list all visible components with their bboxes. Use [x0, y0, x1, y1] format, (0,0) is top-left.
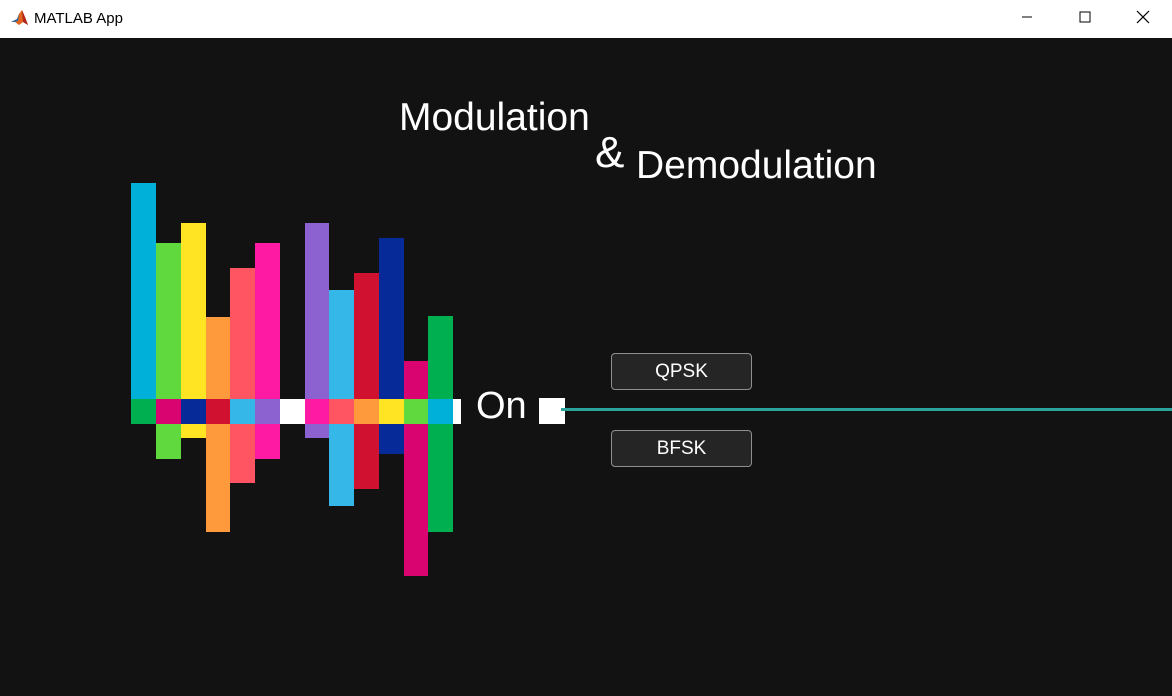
- app-content: Modulation & Demodulation On QPSK BFSK: [0, 38, 1172, 696]
- wave-bar: [181, 223, 206, 399]
- wave-bar: [329, 290, 354, 399]
- title-modulation: Modulation: [399, 96, 590, 139]
- wave-bar: [181, 424, 206, 438]
- wave-bar: [305, 223, 329, 399]
- wave-bar: [428, 424, 453, 532]
- wave-bar: [404, 424, 428, 576]
- wave-cell: [156, 399, 181, 424]
- on-label: On: [476, 385, 527, 427]
- wave-bar: [131, 183, 156, 399]
- wave-bar: [206, 317, 230, 399]
- wave-cell: [305, 399, 329, 424]
- wave-bar: [230, 268, 255, 399]
- wave-bar: [379, 238, 404, 399]
- window-titlebar[interactable]: MATLAB App: [0, 0, 1172, 38]
- wave-cell: [379, 399, 404, 424]
- wave-cell: [280, 399, 305, 424]
- minimize-icon: [1021, 10, 1033, 28]
- wave-cell: [131, 399, 156, 424]
- wave-bar: [230, 424, 255, 483]
- wave-cell: [329, 399, 354, 424]
- wave-cell: [255, 399, 280, 424]
- wave-bar: [379, 424, 404, 454]
- wave-cell: [354, 399, 379, 424]
- wave-bar: [206, 424, 230, 532]
- wave-cell: [230, 399, 255, 424]
- wave-cell: [453, 399, 461, 424]
- wave-cell: [404, 399, 428, 424]
- wave-cell: [428, 399, 453, 424]
- qpsk-button[interactable]: QPSK: [611, 353, 752, 390]
- maximize-icon: [1079, 10, 1091, 28]
- maximize-button[interactable]: [1056, 0, 1114, 38]
- wave-bar: [329, 424, 354, 506]
- title-demodulation: Demodulation: [636, 144, 877, 187]
- signal-line: [561, 408, 1172, 411]
- wave-bar: [255, 243, 280, 399]
- wave-bar: [255, 424, 280, 459]
- wave-bar: [156, 424, 181, 459]
- wave-bar: [354, 424, 379, 489]
- wave-cell: [181, 399, 206, 424]
- wave-cell: [206, 399, 230, 424]
- close-icon: [1136, 10, 1150, 29]
- wave-bar: [428, 316, 453, 399]
- minimize-button[interactable]: [998, 0, 1056, 38]
- bfsk-button[interactable]: BFSK: [611, 430, 752, 467]
- wave-bar: [404, 361, 428, 399]
- wave-bar: [354, 273, 379, 399]
- title-ampersand: &: [595, 128, 625, 177]
- window-title: MATLAB App: [34, 10, 123, 27]
- signal-square: [539, 398, 565, 424]
- close-button[interactable]: [1114, 0, 1172, 38]
- wave-bar: [156, 243, 181, 399]
- wave-bar: [305, 424, 329, 438]
- matlab-icon: [9, 8, 29, 28]
